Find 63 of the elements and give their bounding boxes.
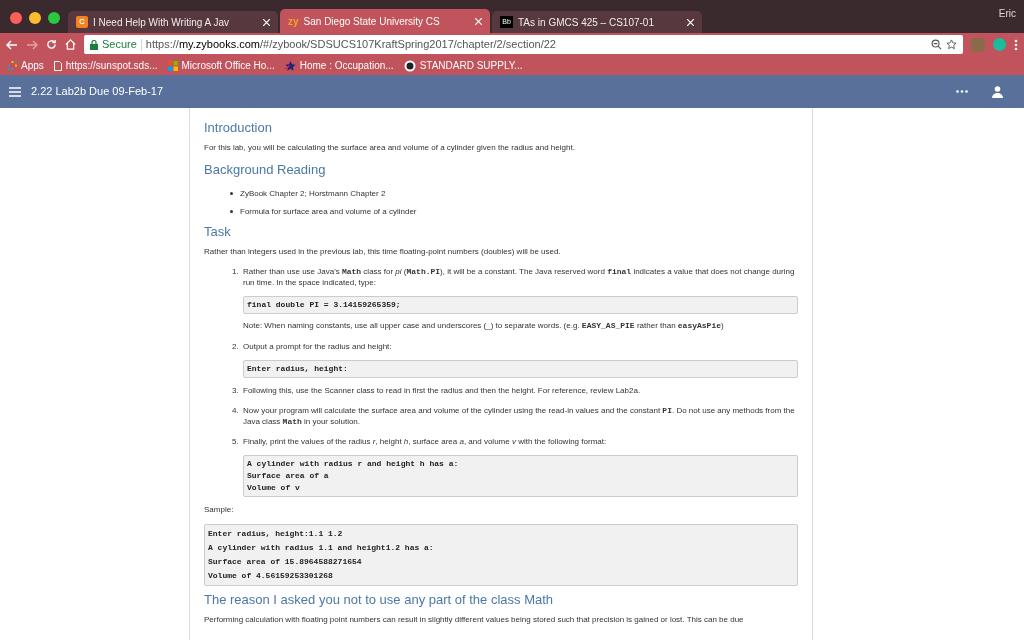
bookmark-link[interactable]: https://sunspot.sds...: [53, 58, 158, 73]
lock-icon: [90, 39, 98, 50]
secure-label: Secure: [102, 37, 137, 53]
list-item-text: ZyBook Chapter 2; Horstmann Chapter 2: [240, 188, 386, 199]
address-field[interactable]: Secure https://my.zybooks.com/#/zybook/SDSUCS107KraftSpring2017/chapter/2/section/22: [84, 35, 963, 54]
zoom-icon[interactable]: [931, 39, 942, 50]
four-squares-icon: [167, 60, 178, 71]
favicon-icon: C: [76, 16, 88, 28]
menu-icon[interactable]: [1014, 38, 1018, 51]
minimize-window-button[interactable]: [29, 12, 41, 24]
paragraph-text: For this lab, you will be calculating the surface area and volume of a cylinder given the radius and height.: [204, 142, 576, 153]
section-heading: Introduction: [204, 120, 273, 136]
paragraph-text: Rather than integers used in the previous lab, this time floating-point numbers (doubles) will be used.: [204, 246, 562, 257]
step-text: Following this, use the Scanner class to read in first the radius and then the height. For reference, review Lab2a.: [243, 385, 642, 396]
user-icon[interactable]: [992, 85, 1003, 98]
step-number: 3.: [232, 385, 240, 397]
step-text: Finally, print the values of the radius r, height h, surface area a, and volume v with the following format:: [243, 436, 608, 447]
star-icon: [284, 60, 296, 71]
paragraph-text: Performing calculation with floating point numbers can result in slightly different values being stored such that precision is gained or lost. This can be due: [204, 614, 745, 625]
url-text: https://my.zybooks.com/#/zybook/SDSUCS107KraftSpring2017/chapter/2/section/22: [145, 37, 556, 53]
paragraph-text: Note: When naming constants, use all upper case and underscores (_) to separate words. (e.g. EASY_AS_PIE rather than easyAsPie): [243, 320, 725, 331]
page-title: 2.22 Lab2b Due 09-Feb-17: [31, 84, 164, 100]
browser-tab[interactable]: zy San Diego State University CS: [280, 9, 490, 33]
maximize-window-button[interactable]: [48, 12, 60, 24]
code-block: Enter radius, height:: [243, 360, 798, 378]
bookmark-link[interactable]: STANDARD SUPPLY...: [403, 58, 523, 73]
back-icon[interactable]: [6, 39, 18, 50]
menu-icon[interactable]: [9, 86, 21, 97]
step-number: 1.: [232, 266, 240, 278]
section-heading: Background Reading: [204, 162, 327, 178]
apps-grid-icon: [8, 61, 17, 70]
section-heading: Task: [204, 224, 232, 240]
step-number: 2.: [232, 341, 240, 353]
tab-label: I Need Help With Writing A Jav: [93, 15, 229, 30]
paragraph-text: Sample:: [204, 504, 235, 515]
tab-label: San Diego State University CS: [303, 14, 440, 29]
step-number: 5.: [232, 436, 240, 448]
bookmark-link[interactable]: Apps: [8, 58, 44, 73]
list-item-text: Formula for surface area and volume of a cylinder: [240, 206, 417, 217]
favicon-icon: zy: [288, 13, 299, 29]
code-block: final double PI = 3.14159265359;: [243, 296, 798, 314]
browser-tab[interactable]: C I Need Help With Writing A Jav: [68, 11, 278, 33]
bookmark-link[interactable]: Home : Occupation...: [284, 58, 394, 73]
section-heading: The reason I asked you not to use any part of the class Math: [204, 592, 555, 608]
profile-name[interactable]: Eric: [998, 6, 1016, 21]
home-icon[interactable]: [65, 39, 76, 50]
tab-label: TAs in GMCS 425 – CS107-01: [518, 15, 654, 30]
step-text: Rather than use use Java's Math class for pi (Math.PI), it will be a constant. The Java reserved word final indicates a value that does not change during run time. In the space indicated, type:: [243, 266, 796, 288]
badge-logo-icon: [403, 59, 416, 72]
close-window-button[interactable]: [10, 12, 22, 24]
close-icon: [263, 18, 270, 26]
more-icon[interactable]: [956, 90, 968, 93]
close-icon: [475, 17, 482, 25]
page-icon: [53, 60, 62, 71]
bookmark-link[interactable]: Microsoft Office Ho...: [167, 58, 275, 73]
step-text: Now your program will calculate the surface area and volume of the cylinder using the read-in values and the constant PI. Do not use any methods from the Java class Math in your solution.: [243, 405, 796, 427]
code-block: Enter radius, height:1.1 1.2 A cylinder with radius 1.1 and height1.2 has a: Surface area of 15.8964588271654 Volume of 4.56159253301268: [204, 524, 798, 586]
close-icon: [687, 18, 694, 26]
step-text: Output a prompt for the radius and height:: [243, 341, 393, 352]
step-number: 4.: [232, 405, 240, 417]
star-icon[interactable]: [946, 39, 957, 50]
reload-icon[interactable]: [46, 39, 57, 50]
code-block: A cylinder with radius r and height h has a: Surface area of a Volume of v: [243, 455, 798, 497]
